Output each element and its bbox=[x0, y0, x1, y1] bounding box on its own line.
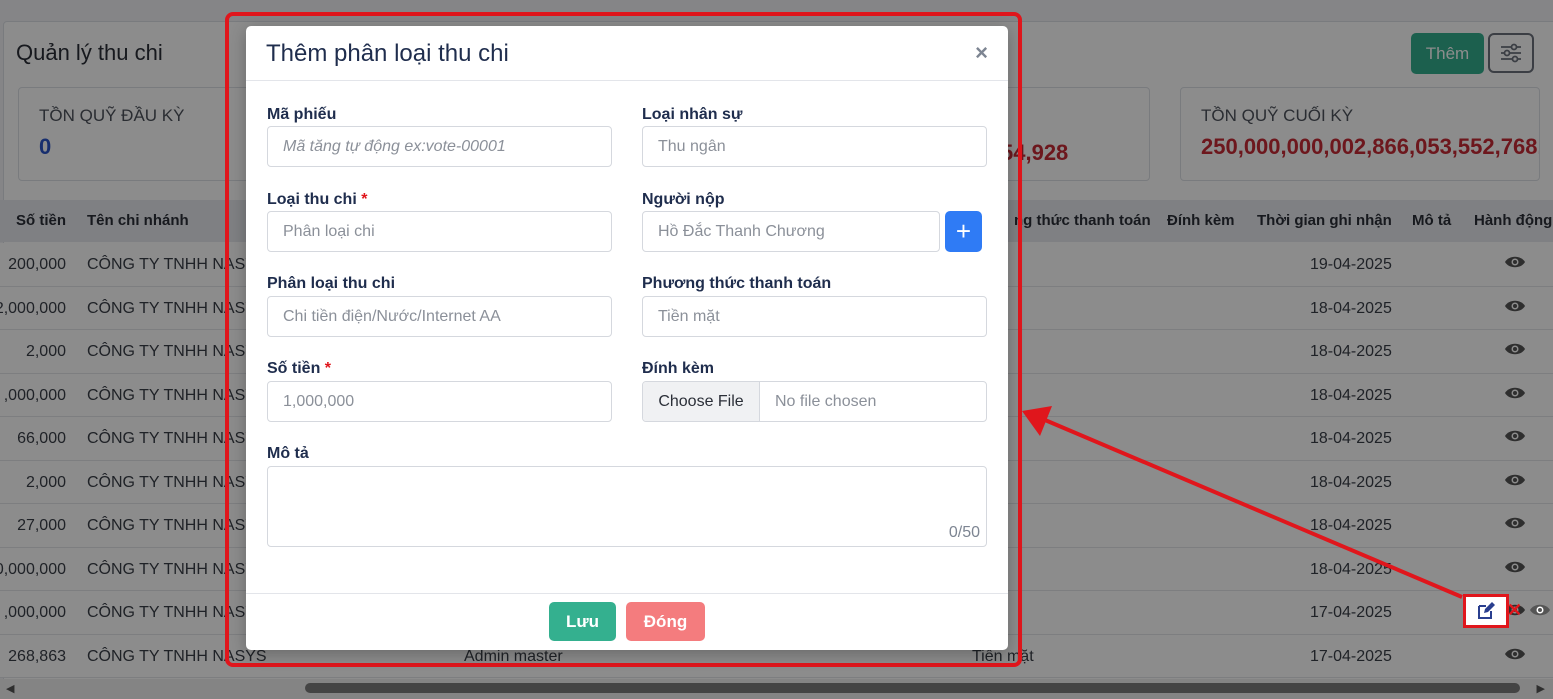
add-category-modal: Thêm phân loại thu chi × Mã phiếu Mã tăn… bbox=[246, 26, 1008, 650]
category-select[interactable]: Chi tiền điện/Nước/Internet AA bbox=[267, 296, 612, 337]
payer-label: Người nộp bbox=[642, 191, 725, 208]
view-icon[interactable] bbox=[1529, 602, 1551, 623]
save-button[interactable]: Lưu bbox=[549, 602, 616, 641]
required-mark: * bbox=[361, 191, 368, 208]
attachment-label: Đính kèm bbox=[642, 360, 715, 377]
description-label: Mô tả bbox=[267, 445, 309, 462]
transaction-type-select[interactable]: Phân loại chi bbox=[267, 211, 612, 252]
payment-method-select[interactable]: Tiền mặt bbox=[642, 296, 987, 337]
payer-select[interactable]: Hồ Đắc Thanh Chương bbox=[642, 211, 940, 252]
transaction-type-label-text: Loại thu chi bbox=[267, 191, 357, 208]
voucher-code-input[interactable]: Mã tăng tự động ex:vote-00001 bbox=[267, 126, 612, 167]
amount-label: Số tiền * bbox=[267, 360, 331, 378]
close-icon[interactable]: × bbox=[975, 40, 988, 66]
delete-icon[interactable]: ✕ bbox=[1507, 600, 1522, 621]
add-payer-button[interactable]: + bbox=[945, 211, 982, 252]
required-mark: * bbox=[324, 360, 332, 377]
staff-type-select[interactable]: Thu ngân bbox=[642, 126, 987, 167]
amount-label-text: Số tiền bbox=[267, 360, 321, 377]
attachment-file-input[interactable]: Choose File No file chosen bbox=[642, 381, 987, 422]
modal-title: Thêm phân loại thu chi bbox=[266, 40, 509, 67]
choose-file-button[interactable]: Choose File bbox=[643, 382, 760, 421]
staff-type-label: Loại nhân sự bbox=[642, 106, 743, 123]
payment-method-label: Phương thức thanh toán bbox=[642, 275, 832, 292]
char-counter: 0/50 bbox=[948, 524, 980, 541]
transaction-type-label: Loại thu chi * bbox=[267, 191, 367, 209]
edit-button-highlight[interactable] bbox=[1463, 594, 1509, 628]
voucher-code-label: Mã phiếu bbox=[267, 106, 337, 123]
file-status-text: No file chosen bbox=[775, 392, 877, 410]
close-button[interactable]: Đóng bbox=[626, 602, 705, 641]
edit-icon bbox=[1478, 602, 1495, 619]
modal-header: Thêm phân loại thu chi × bbox=[246, 26, 1008, 81]
description-textarea[interactable]: 0/50 bbox=[267, 466, 987, 547]
modal-footer: Lưu Đóng bbox=[246, 593, 1008, 650]
amount-input[interactable]: 1,000,000 bbox=[267, 381, 612, 422]
category-label: Phân loại thu chi bbox=[267, 275, 396, 292]
